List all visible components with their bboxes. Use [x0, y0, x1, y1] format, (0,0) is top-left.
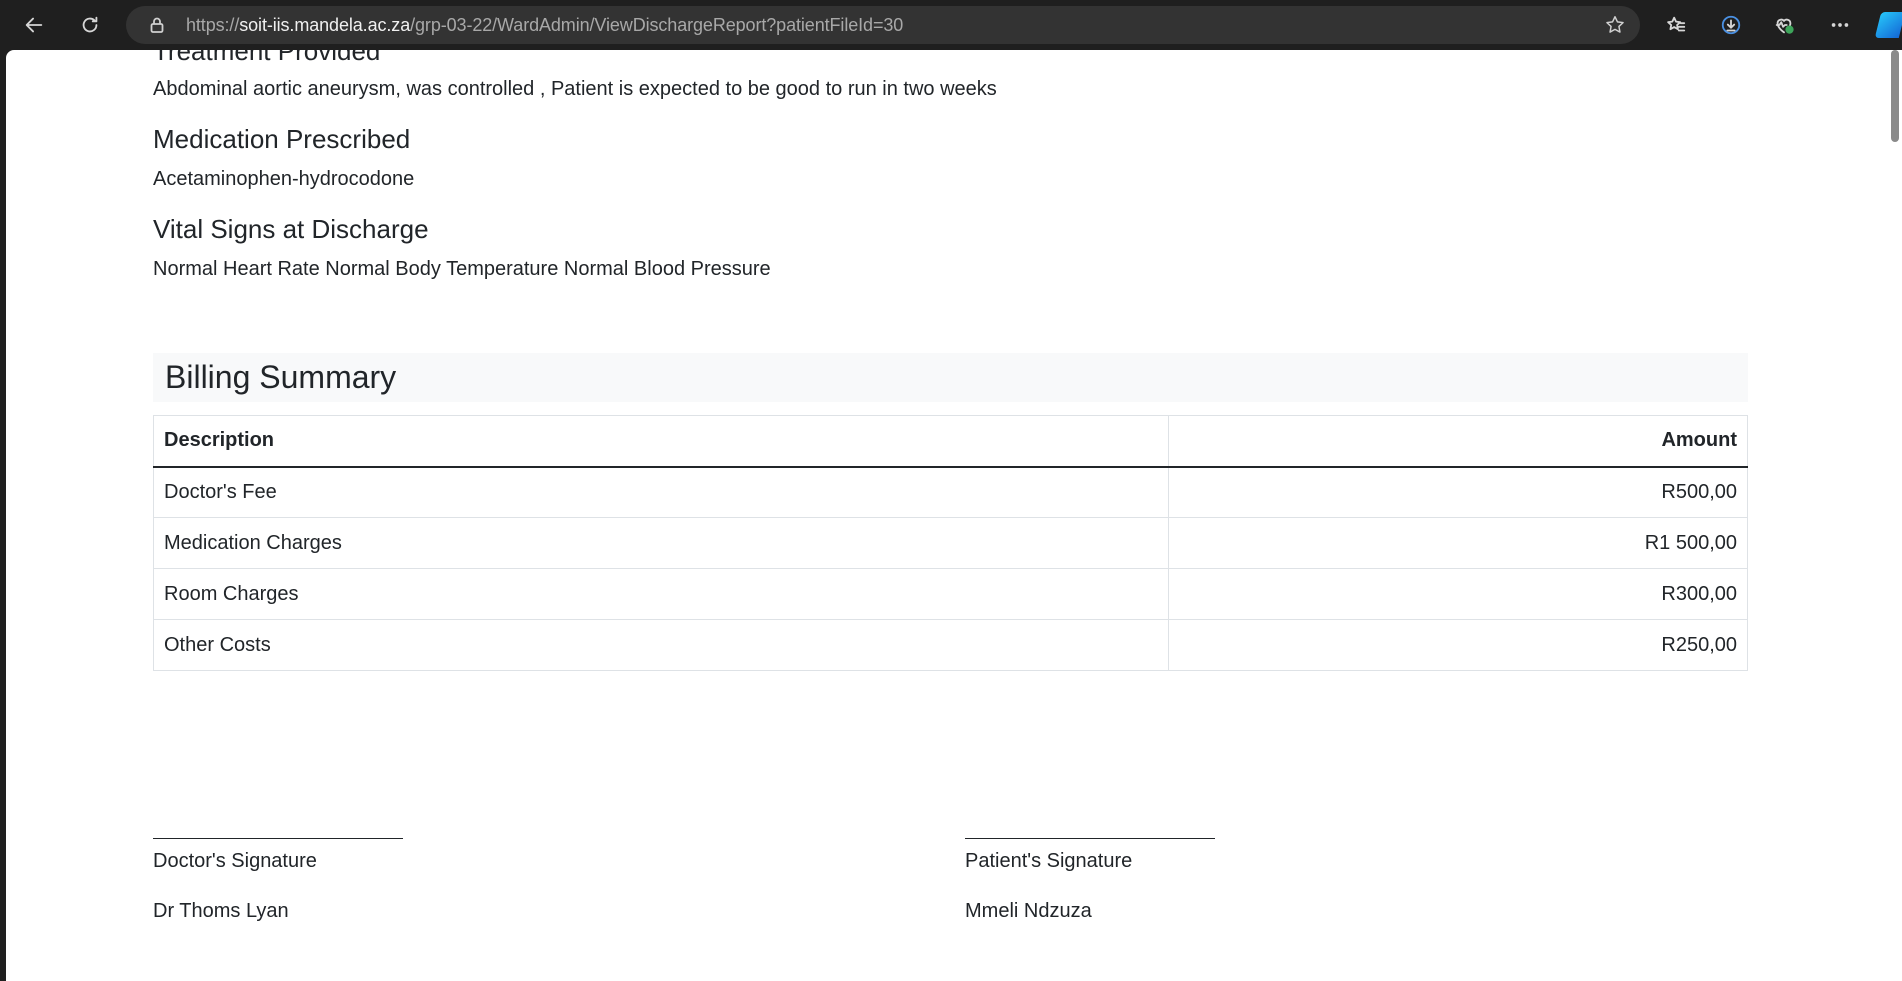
doctor-signature-label: Doctor's Signature: [153, 850, 317, 872]
vitals-heading: Vital Signs at Discharge: [153, 214, 429, 244]
patient-signature-line: [965, 838, 1215, 839]
browser-essentials-button[interactable]: [1766, 7, 1802, 43]
column-header-amount: Amount: [1168, 415, 1748, 468]
doctor-name: Dr Thoms Lyan: [153, 900, 289, 922]
table-row: Doctor's Fee R500,00: [153, 466, 1748, 518]
medication-heading: Medication Prescribed: [153, 124, 411, 154]
url-prefix: https://: [186, 15, 240, 35]
url-text[interactable]: https://soit-iis.mandela.ac.za/grp-03-22…: [186, 6, 903, 44]
patient-name: Mmeli Ndzuza: [965, 900, 1092, 922]
treatment-heading: Treatment Provided: [153, 50, 381, 66]
downloads-button[interactable]: [1713, 7, 1749, 43]
vitals-text: Normal Heart Rate Normal Body Temperatur…: [153, 258, 771, 280]
column-header-description: Description: [153, 415, 1169, 468]
doctor-signature-line: [153, 838, 403, 839]
copilot-icon[interactable]: [1874, 12, 1902, 38]
back-icon: [25, 17, 43, 33]
downloads-icon: [1721, 15, 1741, 35]
favorites-icon: [1667, 16, 1686, 32]
browser-essentials-icon: [1775, 18, 1794, 34]
url-host: soit-iis.mandela.ac.za: [239, 15, 411, 35]
page-viewport: Treatment Provided Abdominal aortic aneu…: [6, 50, 1902, 981]
treatment-text: Abdominal aortic aneurysm, was controlle…: [153, 78, 997, 100]
row-amount: R250,00: [1168, 619, 1748, 671]
url-path: /grp-03-22/WardAdmin/ViewDischargeReport…: [410, 15, 904, 35]
row-description: Other Costs: [153, 619, 1169, 671]
scrollbar-thumb[interactable]: [1891, 50, 1899, 142]
refresh-button[interactable]: [72, 7, 108, 43]
table-header-row: Description Amount: [153, 415, 1748, 468]
patient-signature-label: Patient's Signature: [965, 850, 1133, 872]
medication-text: Acetaminophen-hydrocodone: [153, 168, 415, 190]
favorites-button[interactable]: [1658, 7, 1694, 43]
more-icon: [1831, 23, 1849, 27]
row-amount: R1 500,00: [1168, 517, 1748, 569]
table-row: Other Costs R250,00: [153, 619, 1748, 671]
more-button[interactable]: [1822, 7, 1858, 43]
row-description: Medication Charges: [153, 517, 1169, 569]
lock-icon[interactable]: [148, 16, 166, 34]
row-amount: R500,00: [1168, 466, 1748, 518]
refresh-icon: [82, 16, 98, 33]
star-icon[interactable]: [1604, 14, 1626, 36]
table-row: Room Charges R300,00: [153, 568, 1748, 620]
row-description: Room Charges: [153, 568, 1169, 620]
billing-table: Description Amount Doctor's Fee R500,00 …: [153, 415, 1748, 671]
vertical-scrollbar[interactable]: [1888, 50, 1902, 981]
row-amount: R300,00: [1168, 568, 1748, 620]
billing-summary-header: Billing Summary: [153, 353, 1748, 402]
table-row: Medication Charges R1 500,00: [153, 517, 1748, 569]
address-bar[interactable]: https://soit-iis.mandela.ac.za/grp-03-22…: [126, 6, 1640, 44]
billing-summary-title: Billing Summary: [165, 359, 397, 395]
browser-toolbar: https://soit-iis.mandela.ac.za/grp-03-22…: [0, 0, 1902, 50]
back-button[interactable]: [16, 7, 52, 43]
row-description: Doctor's Fee: [153, 466, 1169, 518]
